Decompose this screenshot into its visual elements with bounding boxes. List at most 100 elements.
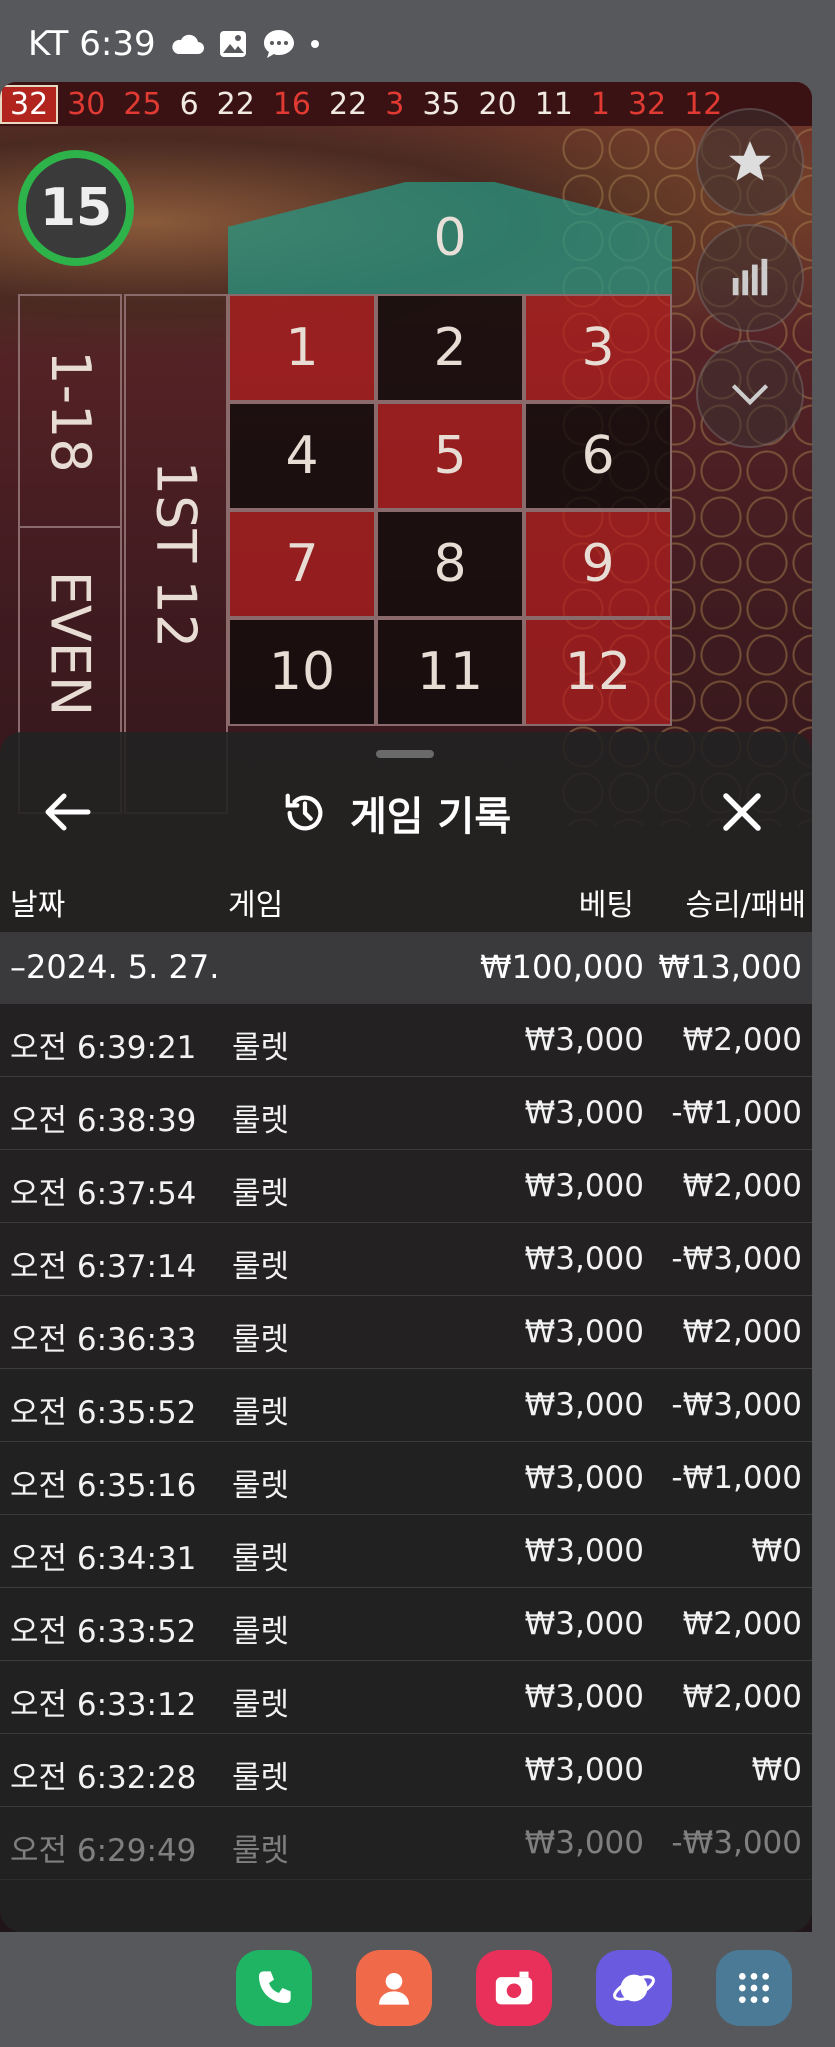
bet-spot-number[interactable]: 11 <box>376 618 524 726</box>
recent-result-number: 6 <box>179 86 199 122</box>
number-grid-row: 789 <box>228 510 672 618</box>
bet-spot-even[interactable]: EVEN <box>20 528 120 758</box>
number-grid: 1 2 3 4 5 6 7 8 9 10 11 12 <box>228 294 672 726</box>
history-result: -₩3,000 <box>671 1241 802 1277</box>
roulette-game-screen: 32 30 25 6 22 16 22 3 35 20 11 1 32 12 15 0 1-18 EVEN… <box>0 82 812 1932</box>
history-bet: ₩3,000 <box>524 1825 644 1861</box>
bet-spot-1-18[interactable]: 1-18 <box>20 296 120 528</box>
bet-spot-number[interactable]: 5 <box>376 402 524 510</box>
history-result: -₩1,000 <box>671 1460 802 1496</box>
bet-spot-number[interactable]: 7 <box>228 510 376 618</box>
recent-result-number: 25 <box>123 86 162 122</box>
history-row[interactable]: 오전 6:33:12 룰렛 ₩3,000 ₩2,000 <box>0 1661 812 1734</box>
recent-result-number: 20 <box>478 86 517 122</box>
collapse-button[interactable] <box>696 340 804 448</box>
bet-spot-number[interactable]: 9 <box>524 510 672 618</box>
summary-result: ₩13,000 <box>658 948 802 986</box>
history-row[interactable]: 오전 6:34:31 룰렛 ₩3,000 ₩0 <box>0 1515 812 1588</box>
history-row[interactable]: 오전 6:29:49 룰렛 ₩3,000 -₩3,000 <box>0 1807 812 1880</box>
internet-app-icon[interactable] <box>596 1950 672 2026</box>
bar-chart-icon <box>732 258 768 296</box>
bet-spot-number[interactable]: 6 <box>524 402 672 510</box>
notification-dot-icon <box>311 40 319 48</box>
column-date: 날짜 <box>10 888 66 923</box>
history-game: 룰렛 <box>232 1249 290 1285</box>
history-result: -₩3,000 <box>671 1387 802 1423</box>
history-row[interactable]: 오전 6:37:54 룰렛 ₩3,000 ₩2,000 <box>0 1150 812 1223</box>
history-bet: ₩3,000 <box>524 1533 644 1569</box>
bet-spot-number[interactable]: 8 <box>376 510 524 618</box>
history-game: 룰렛 <box>232 1030 290 1066</box>
home-dock <box>0 1932 835 2047</box>
history-time: 오전 6:37:54 <box>10 1176 197 1212</box>
history-game: 룰렛 <box>232 1468 290 1504</box>
sheet-header: 게임 기록 <box>0 770 812 854</box>
recent-result-number: 3 <box>385 86 405 122</box>
carrier-time: KT 6:39 <box>28 24 156 64</box>
history-row[interactable]: 오전 6:39:21 룰렛 ₩3,000 ₩2,000 <box>0 1004 812 1077</box>
history-time: 오전 6:35:16 <box>10 1468 197 1504</box>
history-game: 룰렛 <box>232 1833 290 1869</box>
recent-result-number: 16 <box>272 86 312 122</box>
history-row[interactable]: 오전 6:36:33 룰렛 ₩3,000 ₩2,000 <box>0 1296 812 1369</box>
history-bet: ₩3,000 <box>524 1752 644 1788</box>
bet-spot-number[interactable]: 1 <box>228 294 376 402</box>
history-list: 오전 6:39:21 룰렛 ₩3,000 ₩2,000 오전 6:38:39 룰렛 ₩3,0… <box>0 1004 812 1880</box>
history-row[interactable]: 오전 6:33:52 룰렛 ₩3,000 ₩2,000 <box>0 1588 812 1661</box>
history-game: 룰렛 <box>232 1176 290 1212</box>
back-button[interactable] <box>44 790 92 834</box>
history-time: 오전 6:32:28 <box>10 1760 197 1796</box>
bet-spot-number[interactable]: 2 <box>376 294 524 402</box>
summary-date: –2024. 5. 27. <box>10 948 220 986</box>
bet-spot-number[interactable]: 4 <box>228 402 376 510</box>
game-history-sheet: 게임 기록 날짜 게임 베팅 승리/패배 –2024. 5. 27. ₩100,… <box>0 732 812 1932</box>
sheet-drag-handle[interactable] <box>376 750 434 758</box>
recent-result-number: 1 <box>590 86 610 122</box>
number-grid-row: 456 <box>228 402 672 510</box>
history-game: 룰렛 <box>232 1541 290 1577</box>
history-bet: ₩3,000 <box>524 1022 644 1058</box>
column-bet: 베팅 <box>578 888 634 923</box>
status-icons <box>170 28 320 60</box>
bet-spot-number[interactable]: 12 <box>524 618 672 726</box>
recent-results-ticker: 32 30 25 6 22 16 22 3 35 20 11 1 32 12 <box>0 82 812 126</box>
history-row[interactable]: 오전 6:35:16 룰렛 ₩3,000 -₩1,000 <box>0 1442 812 1515</box>
column-result: 승리/패배 <box>685 888 806 923</box>
history-result: ₩0 <box>751 1533 802 1569</box>
history-bet: ₩3,000 <box>524 1460 644 1496</box>
history-row[interactable]: 오전 6:35:52 룰렛 ₩3,000 -₩3,000 <box>0 1369 812 1442</box>
history-icon <box>285 793 323 831</box>
date-summary-row[interactable]: –2024. 5. 27. ₩100,000 ₩13,000 <box>0 932 812 1004</box>
history-result: -₩3,000 <box>671 1825 802 1861</box>
recent-result-number: 32 <box>0 84 59 124</box>
history-bet: ₩3,000 <box>524 1387 644 1423</box>
star-icon <box>729 141 771 181</box>
close-icon <box>723 793 761 831</box>
history-time: 오전 6:33:12 <box>10 1687 197 1723</box>
bet-spot-number[interactable]: 10 <box>228 618 376 726</box>
phone-app-icon[interactable] <box>236 1950 312 2026</box>
history-bet: ₩3,000 <box>524 1241 644 1277</box>
history-row[interactable]: 오전 6:38:39 룰렛 ₩3,000 -₩1,000 <box>0 1077 812 1150</box>
countdown-timer: 15 <box>18 150 134 266</box>
number-grid-row: 123 <box>228 294 672 402</box>
history-result: ₩2,000 <box>682 1022 802 1058</box>
recent-result-number: 22 <box>216 86 255 122</box>
contacts-app-icon[interactable] <box>356 1950 432 2026</box>
history-bet: ₩3,000 <box>524 1095 644 1131</box>
history-row[interactable]: 오전 6:37:14 룰렛 ₩3,000 -₩3,000 <box>0 1223 812 1296</box>
apps-drawer-icon[interactable] <box>716 1950 792 2026</box>
history-column-headers: 날짜 게임 베팅 승리/패배 <box>0 880 812 924</box>
history-row[interactable]: 오전 6:32:28 룰렛 ₩3,000 ₩0 <box>0 1734 812 1807</box>
camera-app-icon[interactable] <box>476 1950 552 2026</box>
history-time: 오전 6:36:33 <box>10 1322 197 1358</box>
history-bet: ₩3,000 <box>524 1168 644 1204</box>
message-icon <box>264 30 294 58</box>
favorite-button[interactable] <box>696 108 804 216</box>
history-time: 오전 6:35:52 <box>10 1395 197 1431</box>
history-game: 룰렛 <box>232 1322 290 1358</box>
bet-spot-number[interactable]: 3 <box>524 294 672 402</box>
summary-bet: ₩100,000 <box>480 948 644 986</box>
close-button[interactable] <box>718 788 766 836</box>
statistics-button[interactable] <box>696 224 804 332</box>
